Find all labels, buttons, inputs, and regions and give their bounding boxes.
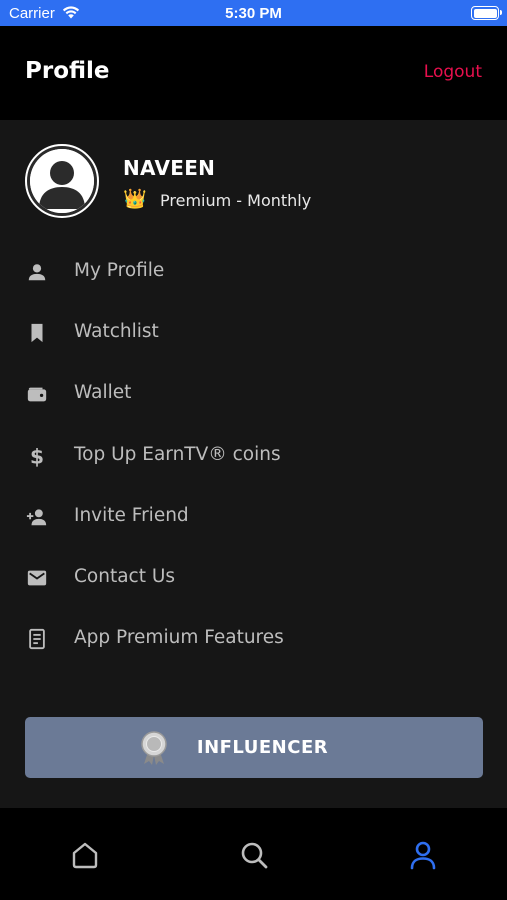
clock-label: 5:30 PM: [225, 5, 282, 22]
menu-item-my-profile[interactable]: My Profile: [0, 241, 507, 302]
tab-home[interactable]: [68, 838, 102, 872]
menu-item-invite-friend[interactable]: Invite Friend: [0, 486, 507, 547]
search-icon: [241, 842, 268, 869]
menu-item-watchlist[interactable]: Watchlist: [0, 302, 507, 363]
profile-menu: My Profile Watchlist Wallet $ Top Up Ear…: [0, 241, 507, 669]
avatar[interactable]: [25, 144, 99, 218]
add-person-icon: [24, 504, 50, 530]
dollar-icon: $: [24, 443, 50, 469]
tab-profile[interactable]: [406, 838, 440, 872]
subscription-plan: Premium - Monthly: [160, 191, 312, 210]
user-name: NAVEEN: [123, 156, 216, 180]
profile-icon: [410, 841, 436, 870]
avatar-placeholder-icon: [30, 149, 94, 213]
tab-bar: [0, 808, 507, 900]
menu-item-label: Top Up EarnTV® coins: [74, 443, 281, 465]
tab-search[interactable]: [237, 838, 271, 872]
menu-item-label: My Profile: [74, 260, 165, 281]
influencer-button[interactable]: INFLUENCER: [25, 717, 483, 778]
svg-text:$: $: [30, 445, 44, 467]
menu-item-wallet[interactable]: Wallet: [0, 363, 507, 424]
menu-item-top-up[interactable]: $ Top Up EarnTV® coins: [0, 425, 507, 486]
logout-button[interactable]: Logout: [424, 62, 482, 82]
menu-item-label: App Premium Features: [74, 627, 284, 649]
menu-item-contact-us[interactable]: Contact Us: [0, 547, 507, 608]
menu-item-label: Wallet: [74, 382, 132, 404]
influencer-label: INFLUENCER: [196, 737, 329, 758]
document-icon: [24, 626, 50, 652]
bookmark-icon: [24, 320, 50, 346]
medal-icon: [141, 730, 167, 765]
menu-item-label: Contact Us: [74, 565, 176, 587]
menu-item-premium-features[interactable]: App Premium Features: [0, 608, 507, 669]
menu-item-label: Invite Friend: [74, 504, 189, 526]
menu-item-label: Watchlist: [74, 321, 159, 343]
page-title: Profile: [25, 58, 110, 84]
crown-icon: 👑: [123, 188, 147, 210]
mail-icon: [24, 565, 50, 591]
wallet-icon: [24, 381, 50, 407]
battery-icon: [471, 6, 502, 20]
header: Profile Logout: [0, 26, 507, 120]
status-bar: Carrier 5:30 PM: [0, 0, 507, 26]
person-icon: [24, 259, 50, 285]
home-icon: [72, 842, 98, 869]
